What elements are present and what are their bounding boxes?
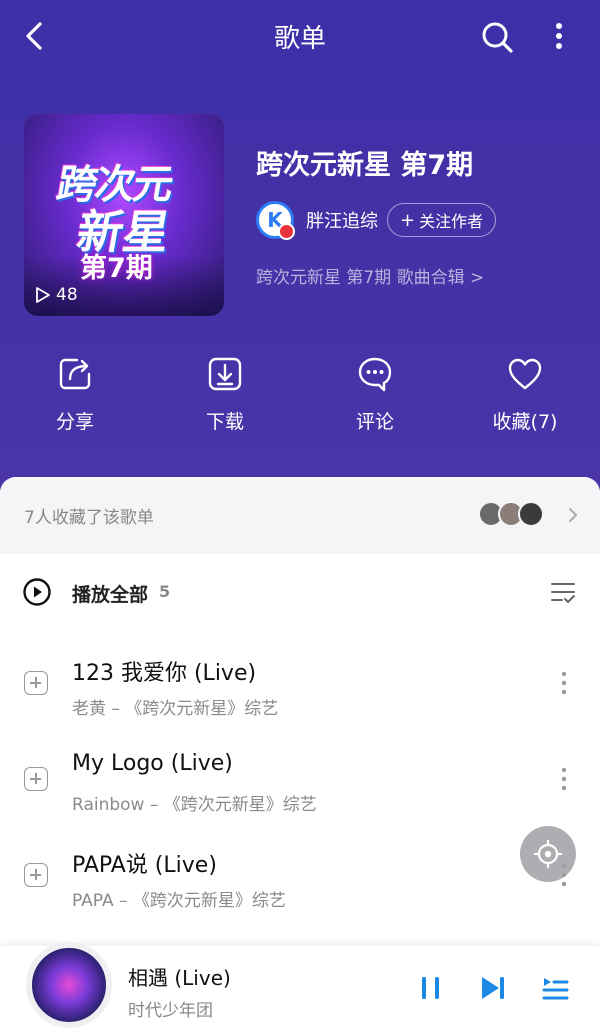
song-count: 5 <box>159 582 171 601</box>
top-bar: 歌单 <box>0 0 600 72</box>
playlist-description[interactable]: 跨次元新星 第7期 歌曲合辑 > <box>256 263 484 288</box>
download-button[interactable]: 下载 <box>165 355 285 434</box>
more-vertical-icon[interactable] <box>544 18 574 56</box>
now-playing-title: 相遇 (Live) <box>128 966 231 990</box>
next-track-icon[interactable] <box>478 974 508 1002</box>
add-to-playlist-icon[interactable] <box>24 767 48 791</box>
search-icon[interactable] <box>478 18 516 56</box>
list-fade <box>0 912 600 946</box>
download-icon <box>208 357 242 391</box>
playlist-title: 跨次元新星 第7期 <box>256 150 474 181</box>
pause-icon[interactable] <box>418 974 444 1002</box>
chevron-right-icon <box>569 508 577 522</box>
more-options-icon[interactable] <box>556 669 572 697</box>
play-count-value: 48 <box>56 285 78 305</box>
follow-creator-button[interactable]: + 关注作者 <box>387 203 497 237</box>
multi-select-icon[interactable] <box>548 578 578 608</box>
now-playing-artist: 时代少年团 <box>128 1001 213 1021</box>
avatar <box>518 501 544 527</box>
play-outline-icon <box>36 287 50 303</box>
collector-avatars <box>478 501 544 527</box>
verified-badge-icon <box>278 223 295 240</box>
song-title: 123 我爱你 (Live) <box>72 661 257 686</box>
song-subtitle: Rainbow – 《跨次元新星》综艺 <box>72 795 317 815</box>
playlist-queue-icon[interactable] <box>540 974 570 1002</box>
play-all-row[interactable]: 播放全部 5 <box>0 572 600 616</box>
comment-label: 评论 <box>355 411 394 433</box>
song-title: PAPA说 (Live) <box>72 853 217 878</box>
action-bar: 分享 下载 评论 收藏(7) <box>0 355 600 445</box>
play-all-label: 播放全部 <box>72 584 149 606</box>
playlist-header-background: 歌单 跨次元 新星 第7期 48 跨次元新星 第7期 K 胖汪追综 + 关注作者… <box>0 0 600 500</box>
song-subtitle: PAPA – 《跨次元新星》综艺 <box>72 891 286 911</box>
share-label: 分享 <box>55 411 94 433</box>
add-to-playlist-icon[interactable] <box>24 863 48 887</box>
share-icon <box>59 358 91 390</box>
follow-label: 关注作者 <box>419 212 484 231</box>
collectors-row[interactable]: 7人收藏了该歌单 <box>0 477 600 554</box>
comment-icon <box>358 357 392 392</box>
locate-icon <box>533 839 563 869</box>
play-circle-icon <box>23 578 51 606</box>
locate-current-song-button[interactable] <box>520 826 576 882</box>
now-playing-cover[interactable] <box>26 942 112 1028</box>
comment-button[interactable]: 评论 <box>315 355 435 434</box>
song-row[interactable]: My Logo (Live) Rainbow – 《跨次元新星》综艺 <box>0 735 600 831</box>
more-options-icon[interactable] <box>556 765 572 793</box>
favorite-button[interactable]: 收藏(7) <box>465 355 585 434</box>
share-button[interactable]: 分享 <box>15 355 135 434</box>
creator-row: K 胖汪追综 + 关注作者 <box>256 200 497 240</box>
song-title: My Logo (Live) <box>72 751 233 776</box>
collectors-text: 7人收藏了该歌单 <box>24 508 154 528</box>
song-row[interactable]: 123 我爱你 (Live) 老黄 – 《跨次元新星》综艺 <box>0 639 600 735</box>
plus-icon: + <box>400 209 416 231</box>
download-label: 下载 <box>205 411 244 433</box>
mini-player[interactable]: 相遇 (Live) 时代少年团 <box>0 942 600 1035</box>
add-to-playlist-icon[interactable] <box>24 671 48 695</box>
song-subtitle: 老黄 – 《跨次元新星》综艺 <box>72 699 279 719</box>
playlist-cover[interactable]: 跨次元 新星 第7期 48 <box>24 114 224 316</box>
heart-icon <box>508 358 542 390</box>
creator-avatar[interactable]: K <box>256 201 295 240</box>
cover-issue-text: 第7期 <box>80 253 153 284</box>
creator-name[interactable]: 胖汪追综 <box>306 207 378 233</box>
favorite-label: 收藏(7) <box>492 411 558 433</box>
play-count: 48 <box>36 284 78 306</box>
